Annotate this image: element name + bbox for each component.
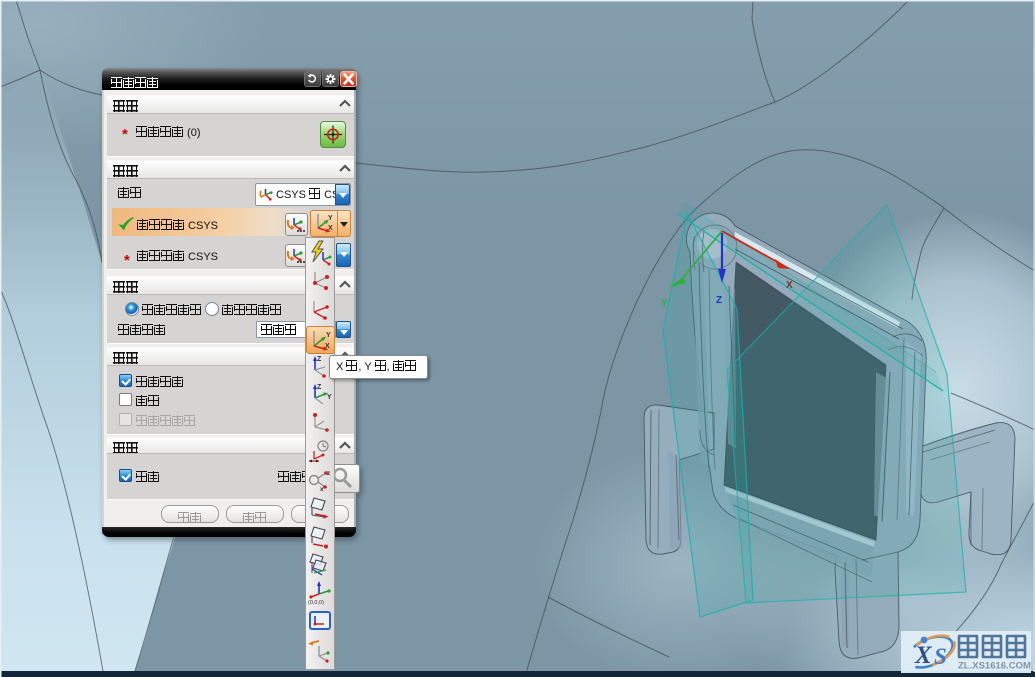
svg-text:Z: Z — [317, 356, 322, 363]
svg-text:Y: Y — [328, 215, 333, 222]
svg-text:X: X — [914, 642, 933, 669]
svg-text:X: X — [328, 225, 333, 232]
svg-text:Z: Z — [317, 384, 322, 391]
svg-text:(0,0,0): (0,0,0) — [308, 600, 324, 606]
svg-text:Y: Y — [326, 332, 331, 339]
svg-text:X: X — [786, 280, 793, 291]
svg-text:Y: Y — [327, 394, 332, 401]
svg-text:z: z — [327, 470, 331, 477]
svg-text:x: x — [320, 486, 324, 493]
svg-text:Y: Y — [661, 298, 668, 309]
svg-text:ZL.XS1616.COM: ZL.XS1616.COM — [958, 661, 1031, 672]
svg-text:S: S — [934, 644, 947, 669]
svg-text:Z: Z — [716, 295, 722, 306]
svg-text:X: X — [325, 343, 330, 350]
